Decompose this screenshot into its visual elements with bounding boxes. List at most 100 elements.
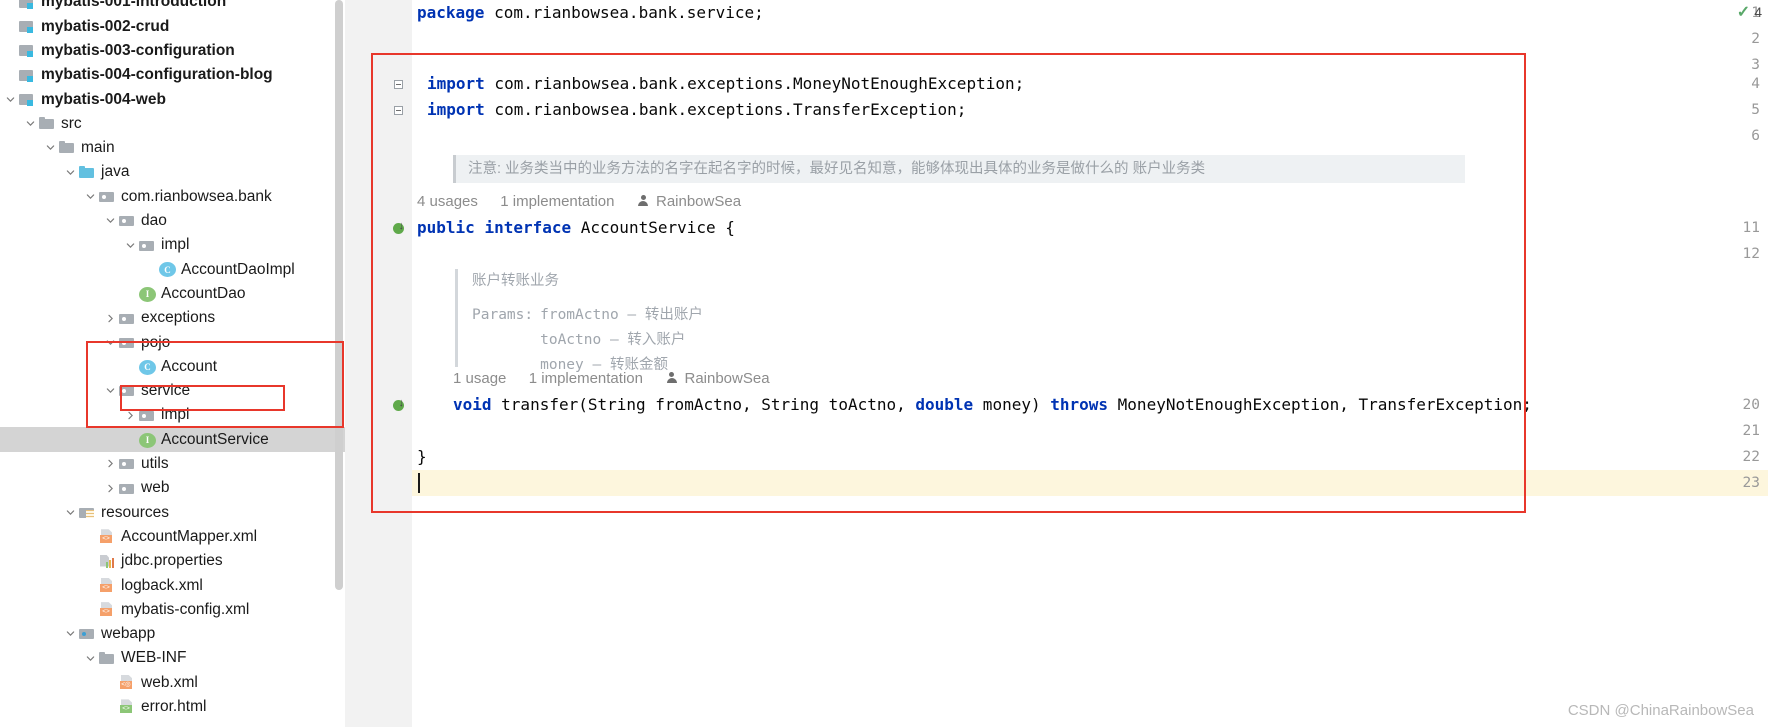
chevron-down-icon[interactable] <box>82 189 98 205</box>
chevron-down-icon[interactable] <box>62 504 78 520</box>
tree-item-java[interactable]: java <box>0 160 345 184</box>
tree-item-mybatis-001-introduction[interactable]: mybatis-001-introduction <box>0 0 345 14</box>
code-line-11[interactable]: public interface AccountService { <box>417 215 735 241</box>
chevron-down-icon[interactable] <box>102 383 118 399</box>
person-icon <box>637 195 649 207</box>
tree-item-accountmapper-xml[interactable]: AccountMapper.xml <box>0 525 345 549</box>
tree-item-impl[interactable]: impl <box>0 403 345 427</box>
code-token: public <box>417 218 475 237</box>
chevron-down-icon[interactable] <box>2 91 18 107</box>
inlay-implementations-interface[interactable]: 1 implementation <box>500 193 614 210</box>
folder-icon <box>39 115 56 132</box>
tree-item-accountdaoimpl[interactable]: C AccountDaoImpl <box>0 257 345 281</box>
chevron-down-icon[interactable] <box>102 213 118 229</box>
fold-marker-import-1[interactable] <box>392 71 404 97</box>
chevron-down-icon[interactable] <box>122 237 138 253</box>
tree-item-label: pojo <box>141 333 171 351</box>
chevron-down-icon[interactable] <box>62 626 78 642</box>
implemented-marker-method[interactable] <box>390 392 406 418</box>
implemented-marker-interface[interactable] <box>390 215 406 241</box>
chevron-right-icon[interactable] <box>102 310 118 326</box>
watermark-text: CSDN @ChinaRainbowSea <box>1567 702 1754 719</box>
chevron-down-icon[interactable] <box>42 140 58 156</box>
inlay-implementations-method[interactable]: 1 implementation <box>529 370 643 387</box>
package-icon <box>119 212 136 229</box>
tree-item-com-rianbowsea-bank[interactable]: com.rianbowsea.bank <box>0 184 345 208</box>
chevron-right-icon[interactable] <box>102 456 118 472</box>
tree-item-impl[interactable]: impl <box>0 233 345 257</box>
tree-item-label: mybatis-004-web <box>41 90 166 108</box>
code-editor[interactable]: 1 2 3 4 5 6 11 12 20 21 22 23 package com.rianbowse… <box>345 0 1768 727</box>
code-line-4[interactable]: import com.rianbowsea.bank.exceptions.Mo… <box>427 71 1024 97</box>
rendered-javadoc-block[interactable]: 账户转账业务 Params: fromActno – 转出账户 toActno … <box>455 269 875 373</box>
tree-item-accountservice[interactable]: I AccountService <box>0 427 345 452</box>
tree-item-accountdao[interactable]: I AccountDao <box>0 282 345 306</box>
tree-item-pojo[interactable]: pojo <box>0 330 345 354</box>
tree-item-mybatis-004-web[interactable]: mybatis-004-web <box>0 87 345 111</box>
code-line-22[interactable]: } <box>417 444 427 470</box>
javadoc-summary: 账户转账业务 <box>472 273 559 289</box>
tree-item-web[interactable]: web <box>0 476 345 500</box>
line-number: 22 <box>1742 449 1760 465</box>
code-token: money) <box>973 395 1051 414</box>
code-token: import <box>427 100 485 119</box>
inlay-author-interface[interactable]: RainbowSea <box>656 193 741 210</box>
code-line-20[interactable]: void transfer(String fromActno, String t… <box>453 392 1532 418</box>
folder-icon <box>59 139 76 156</box>
chevron-down-icon[interactable] <box>62 164 78 180</box>
inlay-usages-method[interactable]: 1 usage <box>453 370 506 387</box>
tree-item-label: AccountMapper.xml <box>121 527 258 545</box>
tree-item-mybatis-004-configuration-blog[interactable]: mybatis-004-configuration-blog <box>0 63 345 87</box>
package-icon <box>119 480 136 497</box>
tree-item-label: webapp <box>101 625 156 643</box>
tree-item-logback-xml[interactable]: logback.xml <box>0 573 345 597</box>
module-icon <box>19 67 36 84</box>
tree-item-utils[interactable]: utils <box>0 452 345 476</box>
tree-item-exceptions[interactable]: exceptions <box>0 306 345 330</box>
chevron-down-icon[interactable] <box>22 116 38 132</box>
person-icon <box>665 372 677 384</box>
code-token: double <box>915 395 974 414</box>
project-tree-panel[interactable]: mybatis-001-introduction mybatis-002-crud… <box>0 0 345 727</box>
tree-item-label: AccountDaoImpl <box>181 260 295 278</box>
tree-item-error-html[interactable]: error.html <box>0 695 345 719</box>
chevron-right-icon[interactable] <box>122 407 138 423</box>
code-token: com.rianbowsea.bank.exceptions.MoneyNotE… <box>484 74 1025 93</box>
tree-item-dao[interactable]: dao <box>0 209 345 233</box>
tree-item-resources[interactable]: resources <box>0 500 345 524</box>
chevron-down-icon[interactable] <box>82 650 98 666</box>
inlay-usages-interface[interactable]: 4 usages <box>417 193 478 210</box>
tree-item-web-inf[interactable]: WEB-INF <box>0 646 345 670</box>
tree-item-main[interactable]: main <box>0 136 345 160</box>
tree-item-service[interactable]: service <box>0 379 345 403</box>
javadoc-param: toActno – 转入账户 <box>540 332 686 348</box>
chevron-right-icon[interactable] <box>102 480 118 496</box>
tree-item-mybatis-003-configuration[interactable]: mybatis-003-configuration <box>0 39 345 63</box>
tree-item-jdbc-properties[interactable]: jdbc.properties <box>0 549 345 573</box>
tree-item-label: error.html <box>141 698 207 716</box>
fold-marker-import-2[interactable] <box>392 97 404 123</box>
inspection-widget[interactable]: ✓ 4 <box>1737 2 1762 22</box>
inlay-author-method[interactable]: RainbowSea <box>684 370 769 387</box>
tree-item-label: web <box>141 479 170 497</box>
javadoc-params-label: Params: <box>472 307 534 323</box>
code-line-5[interactable]: import com.rianbowsea.bank.exceptions.Tr… <box>427 97 966 123</box>
inlay-hint-interface[interactable]: 4 usages 1 implementation RainbowSea <box>417 191 741 213</box>
tree-item-web-xml[interactable]: web.xml <box>0 670 345 694</box>
tree-item-src[interactable]: src <box>0 112 345 136</box>
tree-item-account[interactable]: C Account <box>0 355 345 379</box>
class-icon: C <box>139 359 156 375</box>
tree-item-webapp[interactable]: webapp <box>0 622 345 646</box>
project-tree-scrollbar[interactable] <box>335 0 343 590</box>
html-file-icon <box>119 698 136 715</box>
folded-javadoc-comment[interactable]: 注意: 业务类当中的业务方法的名字在起名字的时候，最好见名知意，能够体现出具体的… <box>453 155 1465 183</box>
code-line-1[interactable]: package com.rianbowsea.bank.service; <box>417 0 764 26</box>
interface-icon: I <box>139 432 156 448</box>
tree-item-mybatis-config-xml[interactable]: mybatis-config.xml <box>0 598 345 622</box>
inlay-hint-method[interactable]: 1 usage 1 implementation RainbowSea <box>453 368 770 390</box>
tree-item-mybatis-002-crud[interactable]: mybatis-002-crud <box>0 14 345 38</box>
caret-line-highlight <box>412 470 1768 496</box>
chevron-down-icon[interactable] <box>102 334 118 350</box>
